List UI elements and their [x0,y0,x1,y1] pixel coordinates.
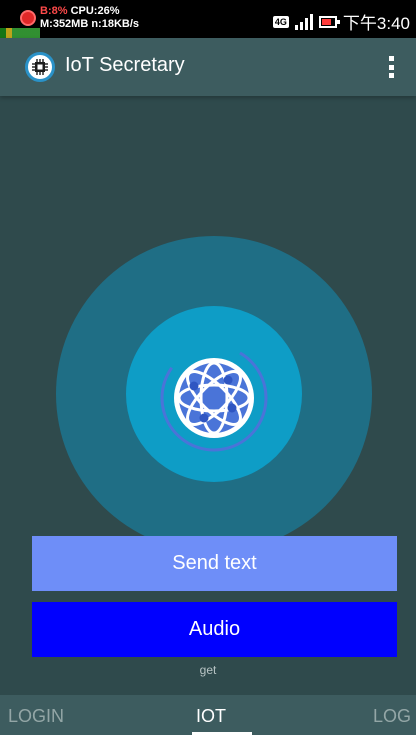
cpu-usage-text: CPU:26% [70,5,120,17]
cpu-warning-text: B:8% [40,5,68,17]
memory-readout: M:352MB n:18KB/s [40,18,140,30]
main-content: Send text Audio get [0,96,416,695]
tab-iot[interactable]: IOT [196,706,226,727]
status-text: get [199,663,217,677]
audio-button[interactable]: Audio [32,602,397,657]
tab-login[interactable]: LOGIN [8,706,64,727]
chip-icon [25,52,55,82]
tab-bar: LOGIN IOT LOG [0,695,416,735]
status-icons: 4G 下午3:40 [272,9,410,34]
network-type-badge: 4G [272,15,289,28]
app-screen: B:8% CPU:26% M:352MB n:18KB/s 4G 下午3:40 [0,0,416,735]
cpu-readout: B:8% CPU:26% [40,5,119,17]
battery-icon [318,15,340,28]
system-monitor-overlay: B:8% CPU:26% M:352MB n:18KB/s [0,0,170,38]
more-vert-icon[interactable] [386,52,396,82]
tab-log[interactable]: LOG [373,706,411,727]
send-text-button[interactable]: Send text [32,536,397,591]
app-bar: IoT Secretary [0,38,416,96]
monitor-alert-icon [20,10,36,26]
signal-strength-icon [294,13,313,30]
app-title: IoT Secretary [65,54,185,76]
status-bar: B:8% CPU:26% M:352MB n:18KB/s 4G 下午3:40 [0,0,416,38]
globe-icon[interactable] [158,342,270,454]
status-clock: 下午3:40 [342,14,410,33]
